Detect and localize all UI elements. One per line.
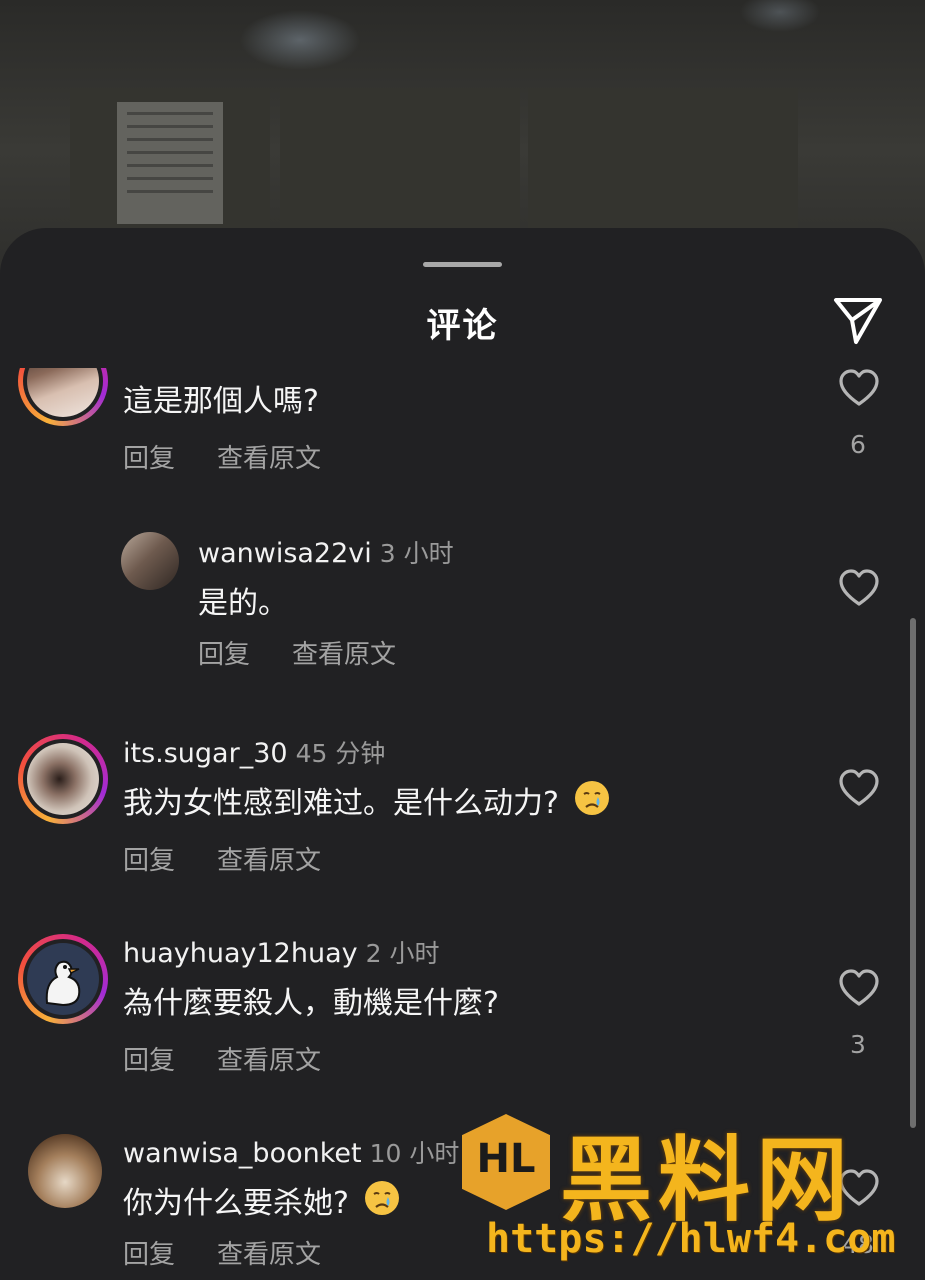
see-original-button[interactable]: 查看原文 (292, 634, 396, 671)
watermark-logo-text: HL (476, 1136, 536, 1182)
comment-text: 為什麼要殺人，動機是什麼? (123, 986, 499, 1021)
avatar[interactable] (28, 1134, 102, 1208)
comment-time: 2 小时 (365, 939, 440, 968)
comment-text: 我为女性感到难过。是什么动力? (123, 778, 611, 822)
avatar[interactable] (18, 368, 108, 426)
comment-author[interactable]: huayhuay12huay 2 小时 (123, 934, 439, 970)
reply-button[interactable]: 回复 (123, 1234, 175, 1271)
comment-author[interactable]: wanwisa_boonket 10 小时 (123, 1134, 459, 1170)
comment-item: its.sugar_30 45 分钟 我为女性感到难过。是什么动力? 回复 查看原… (0, 728, 925, 888)
see-original-button[interactable]: 查看原文 (217, 1234, 321, 1271)
like-count: 3 (850, 1030, 866, 1059)
heart-outline-icon[interactable] (838, 968, 880, 1008)
heart-outline-icon[interactable] (838, 768, 880, 808)
drag-handle[interactable] (423, 262, 502, 267)
watermark-logo: HL (462, 1114, 550, 1210)
reply-button[interactable]: 回复 (198, 634, 250, 671)
comment-time: 10 小时 (369, 1139, 460, 1168)
comment-text: 這是那個人嗎? (123, 384, 319, 419)
comment-text: 你为什么要杀她? (123, 1178, 401, 1222)
comment-author[interactable]: wanwisa22vi 3 小时 (198, 534, 454, 570)
watermark: HL 黑料网 https://hlwf4.com (460, 1108, 895, 1268)
scrollbar[interactable] (910, 618, 916, 1128)
heart-outline-icon[interactable] (838, 568, 880, 608)
username[interactable]: wanwisa22vi (198, 538, 372, 569)
duck-avatar-icon (45, 960, 81, 1007)
username[interactable]: its.sugar_30 (123, 738, 288, 769)
comment-time: 45 分钟 (295, 739, 386, 768)
wall-notice (117, 102, 223, 224)
comment-item: 這是那個人嗎? 回复 查看原文 6 (0, 368, 925, 508)
paper-plane-icon[interactable] (830, 292, 886, 348)
sheet-title: 评论 (426, 306, 499, 346)
reply-button[interactable]: 回复 (123, 438, 175, 475)
avatar[interactable] (121, 532, 179, 590)
avatar[interactable] (18, 734, 108, 824)
username[interactable]: wanwisa_boonket (123, 1138, 362, 1169)
comment-text: 是的。 (198, 586, 288, 621)
heart-outline-icon[interactable] (838, 368, 880, 408)
reply-item: wanwisa22vi 3 小时 是的。 回复 查看原文 (0, 528, 925, 688)
comment-time: 3 小时 (379, 539, 454, 568)
reply-button[interactable]: 回复 (123, 840, 175, 877)
wall-panel (528, 88, 798, 248)
username[interactable]: huayhuay12huay (123, 938, 358, 969)
comment-author[interactable]: its.sugar_30 45 分钟 (123, 734, 385, 770)
see-original-button[interactable]: 查看原文 (217, 1040, 321, 1077)
reply-button[interactable]: 回复 (123, 1040, 175, 1077)
see-original-button[interactable]: 查看原文 (217, 840, 321, 877)
avatar[interactable] (18, 934, 108, 1024)
comment-item: huayhuay12huay 2 小时 為什麼要殺人，動機是什麼? 回复 查看原文… (0, 928, 925, 1088)
see-original-button[interactable]: 查看原文 (217, 438, 321, 475)
wall-panel (280, 88, 520, 248)
crying-face-emoji (574, 781, 609, 815)
crying-face-emoji (364, 1181, 399, 1215)
like-count: 6 (850, 430, 866, 459)
watermark-url: https://hlwf4.com (486, 1216, 896, 1262)
